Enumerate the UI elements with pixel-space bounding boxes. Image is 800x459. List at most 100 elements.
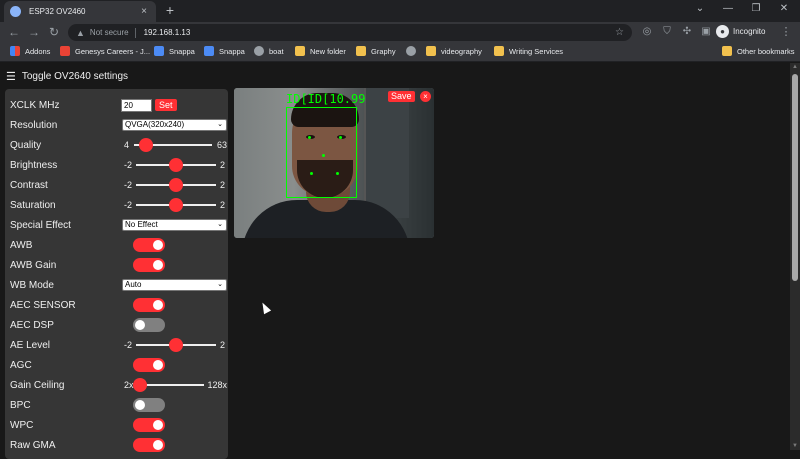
forward-button[interactable]: →	[26, 25, 42, 39]
resolution-select[interactable]: QVGA(320x240) ⌄	[122, 119, 227, 131]
apps-icon	[10, 46, 20, 56]
row-special-effect: Special Effect No Effect ⌄	[10, 217, 227, 233]
bookmark-label: Writing Services	[509, 46, 564, 56]
tab-close-icon[interactable]: ×	[138, 6, 150, 17]
tab-esp32[interactable]: ESP32 OV2460 ×	[4, 1, 156, 22]
star-icon[interactable]: ☆	[615, 27, 624, 38]
ae-level-max: 2	[220, 340, 226, 350]
saturation-min: -2	[124, 200, 133, 210]
row-awb-gain: AWB Gain	[10, 257, 225, 273]
incognito-indicator[interactable]: ● Incognito	[716, 25, 765, 38]
toggle-dot	[153, 360, 163, 370]
scroll-up-icon[interactable]: ▲	[792, 64, 798, 70]
wpc-toggle[interactable]	[133, 418, 165, 432]
bookmark-label: Other bookmarks	[737, 46, 795, 56]
quality-label: Quality	[10, 139, 42, 151]
extension-icon-1[interactable]: ◎	[640, 26, 654, 37]
brightness-min: -2	[124, 160, 133, 170]
toggle-dot	[153, 420, 163, 430]
bookmark-genesys[interactable]: Genesys Careers - J...	[60, 46, 150, 56]
bookmark-videography[interactable]: videography	[426, 46, 482, 56]
bookmark-label: Addons	[25, 46, 51, 56]
saturation-max: 2	[220, 200, 226, 210]
special-effect-select[interactable]: No Effect ⌄	[122, 219, 227, 231]
bookmark-snappa-1[interactable]: Snappa	[154, 46, 195, 56]
awb-label: AWB	[10, 239, 33, 251]
scroll-down-icon[interactable]: ▼	[792, 443, 798, 449]
folder-icon	[356, 46, 366, 56]
aec-sensor-label: AEC SENSOR	[10, 299, 76, 311]
set-xclk-button[interactable]: Set	[155, 99, 177, 111]
landmark-mouth-left	[310, 172, 313, 175]
row-resolution: Resolution QVGA(320x240) ⌄	[10, 117, 227, 133]
aec-sensor-toggle[interactable]	[133, 298, 165, 312]
bookmark-label: Genesys Careers - J...	[75, 46, 151, 56]
awb-toggle[interactable]	[133, 238, 165, 252]
globe-icon	[254, 46, 264, 56]
gain-ceiling-knob[interactable]	[132, 378, 147, 392]
tab-search-icon[interactable]: ⌄	[690, 3, 710, 14]
close-stream-button[interactable]: ×	[420, 91, 431, 102]
ae-level-knob[interactable]	[169, 338, 184, 352]
close-window-button[interactable]: ✕	[774, 3, 794, 14]
bookmark-snappa-2[interactable]: Snappa	[204, 46, 245, 56]
minimize-button[interactable]: —	[718, 3, 738, 14]
agc-toggle[interactable]	[133, 358, 165, 372]
contrast-max: 2	[220, 180, 226, 190]
quality-knob[interactable]	[138, 138, 153, 152]
menu-icon[interactable]: ⋮	[780, 25, 792, 38]
page-content: ☰ Toggle OV2640 settings XCLK MHz 20 Set…	[0, 63, 790, 459]
contrast-slider[interactable]	[136, 178, 217, 192]
snappa-icon	[154, 46, 164, 56]
reload-button[interactable]: ↻	[46, 25, 62, 39]
contrast-knob[interactable]	[169, 178, 184, 192]
bookmark-globe[interactable]	[406, 46, 421, 56]
globe-icon	[406, 46, 416, 56]
sidebar-icon[interactable]: ▣	[699, 26, 713, 37]
gain-ceiling-label: Gain Ceiling	[10, 379, 65, 391]
toggle-settings[interactable]: ☰ Toggle OV2640 settings	[6, 70, 128, 83]
address-bar[interactable]: ▲ Not secure 192.168.1.13 ☆	[68, 24, 632, 41]
quality-slider[interactable]	[134, 138, 213, 152]
bookmark-writing-services[interactable]: Writing Services	[494, 46, 563, 56]
bpc-toggle[interactable]	[133, 398, 165, 412]
ae-level-slider[interactable]	[136, 338, 217, 352]
saturation-slider[interactable]	[136, 198, 217, 212]
bookmark-graphy[interactable]: Graphy	[356, 46, 396, 56]
new-tab-button[interactable]: +	[162, 2, 178, 18]
bookmark-label: New folder	[310, 46, 346, 56]
page-scrollbar[interactable]: ▲ ▼	[790, 63, 800, 450]
wb-mode-label: WB Mode	[10, 279, 54, 291]
landmark-mouth-right	[336, 172, 339, 175]
row-quality: Quality 4 63	[10, 137, 227, 153]
quality-min: 4	[124, 140, 130, 150]
scrollbar-thumb[interactable]	[792, 74, 798, 281]
gain-ceiling-slider[interactable]	[132, 378, 204, 392]
restore-button[interactable]: ❐	[746, 3, 766, 14]
brightness-slider[interactable]	[136, 158, 217, 172]
shield-icon[interactable]: ⛉	[660, 26, 674, 37]
bookmark-label: videography	[441, 46, 482, 56]
aec-dsp-toggle[interactable]	[133, 318, 165, 332]
row-brightness: Brightness -2 2	[10, 157, 225, 173]
brightness-knob[interactable]	[169, 158, 184, 172]
back-button[interactable]: ←	[6, 25, 22, 39]
wb-mode-select[interactable]: Auto ⌄	[122, 279, 227, 291]
bookmark-boat[interactable]: boat	[254, 46, 284, 56]
row-agc: AGC	[10, 357, 225, 373]
chevron-down-icon: ⌄	[217, 221, 223, 228]
saturation-knob[interactable]	[169, 198, 184, 212]
browser-toolbar: ← → ↻ ▲ Not secure 192.168.1.13 ☆ ◎ ⛉ ✣ …	[0, 22, 800, 43]
save-button[interactable]: Save	[388, 91, 415, 102]
row-gain-ceiling: Gain Ceiling 2x 128x	[10, 377, 227, 393]
bookmarks-bar: Addons Genesys Careers - J... Snappa Sna…	[0, 43, 800, 62]
awb-gain-toggle[interactable]	[133, 258, 165, 272]
xclk-label: XCLK MHz	[10, 99, 60, 111]
xclk-input[interactable]: 20	[121, 98, 152, 112]
puzzle-icon[interactable]: ✣	[680, 26, 694, 37]
folder-icon	[426, 46, 436, 56]
bookmark-addons[interactable]: Addons	[10, 46, 50, 56]
bookmark-new-folder[interactable]: New folder	[295, 46, 346, 56]
row-aec-dsp: AEC DSP	[10, 317, 225, 333]
bookmark-other[interactable]: Other bookmarks	[722, 46, 795, 56]
